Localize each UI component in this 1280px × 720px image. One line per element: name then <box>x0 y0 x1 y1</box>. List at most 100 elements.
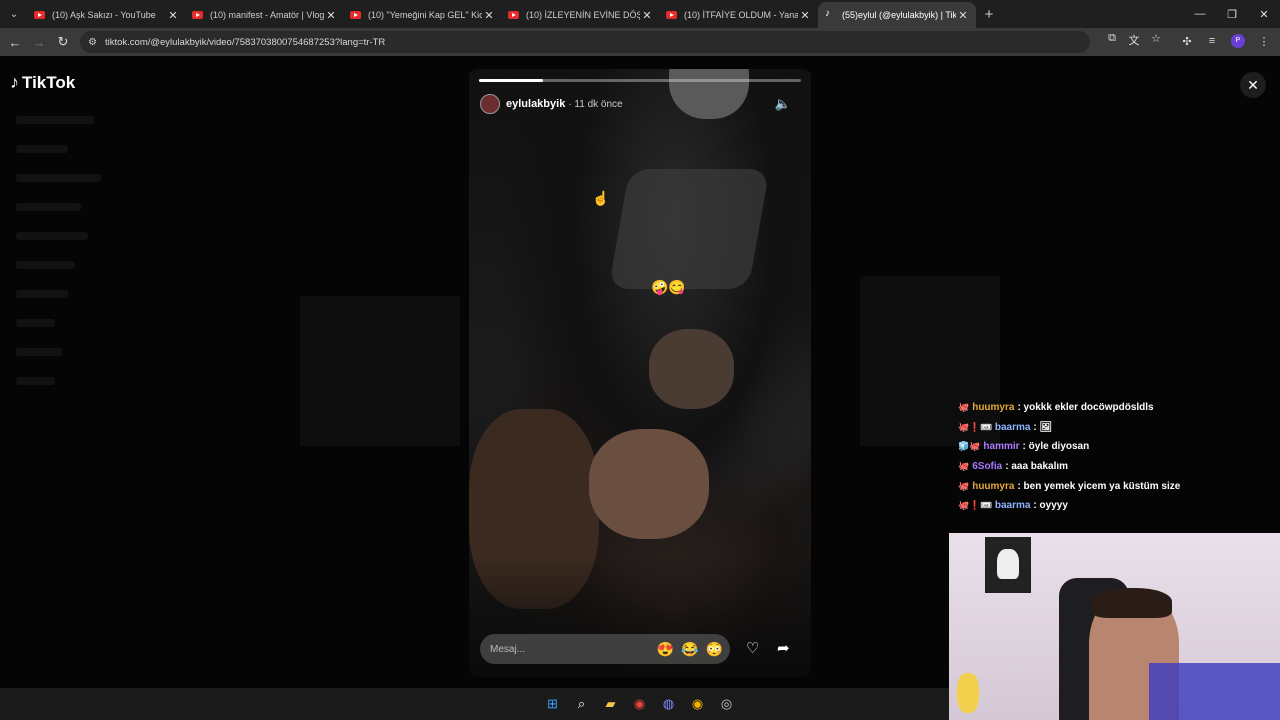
restore-icon[interactable]: ❐ <box>1216 0 1248 28</box>
quick-emoji-laughing[interactable]: 😂 <box>681 641 698 658</box>
file-explorer-icon[interactable]: ▰ <box>601 695 620 713</box>
tab-title: (55)eylul (@eylulakbyik) | TikTok <box>842 10 956 20</box>
tab-title: (10) İZLEYENİN EVİNE DÖŞEYEN <box>526 10 640 20</box>
extensions-icon[interactable]: ✣ <box>1181 35 1193 48</box>
browser-toolbar: ← → ↻ ⚙ tiktok.com/@eylulakbyik/video/75… <box>0 28 1280 56</box>
chat-username: huumyra <box>972 402 1015 414</box>
floating-emoji-reactions: 🤪😋 <box>651 279 686 295</box>
site-info-icon[interactable]: ⚙ <box>88 37 97 48</box>
browser-tab[interactable]: (10) manifest - Amatör | Vlog - ✕ <box>186 2 344 28</box>
browser-tab[interactable]: (10) "Yemeğini Kap GEL" Kick & ✕ <box>344 2 502 28</box>
story-video-player[interactable]: eylulakbyik · 11 dk önce 🔈 🤪😋 Mesaj... 😍… <box>469 69 811 677</box>
tiktok-icon <box>824 8 835 19</box>
reload-icon[interactable]: ↻ <box>51 34 75 50</box>
tab-close-icon[interactable]: ✕ <box>640 9 654 22</box>
chat-badges-icon: 🧊🐙 <box>958 441 981 452</box>
tab-close-icon[interactable]: ✕ <box>798 9 812 22</box>
chrome-icon[interactable]: ◉ <box>630 695 649 713</box>
chat-badges-icon: 🐙 <box>958 402 970 413</box>
quick-emoji-heart-eyes[interactable]: 😍 <box>657 641 674 658</box>
windows-taskbar: ⊞ ⌕ ▰ ◉ ◍ ◉ ◎ <box>0 688 949 720</box>
youtube-icon <box>192 11 203 19</box>
browser-tab-active[interactable]: (55)eylul (@eylulakbyik) | TikTok ✕ <box>818 2 976 28</box>
omnibox-actions: ⧉ 文 ☆ <box>1106 32 1162 48</box>
media-controls-icon[interactable]: ≡ <box>1206 35 1218 47</box>
chat-message: 🐙 huumyra: yokkk ekler docöwpdösldls <box>958 398 1268 418</box>
forward-icon[interactable]: → <box>27 35 51 50</box>
chat-badges-icon: 🐙❗🎟 <box>958 421 992 432</box>
translate-icon[interactable]: 文 <box>1128 32 1140 48</box>
tiktok-logo[interactable]: ♪ TikTok <box>10 72 75 93</box>
address-bar[interactable]: ⚙ tiktok.com/@eylulakbyik/video/75837038… <box>80 31 1090 53</box>
tab-close-icon[interactable]: ✕ <box>956 9 970 22</box>
story-progress-fill <box>479 79 544 82</box>
minimize-icon[interactable]: — <box>1184 0 1216 28</box>
chat-username: huumyra <box>972 480 1015 492</box>
youtube-icon <box>508 11 519 19</box>
chat-message: 🐙❗🎟 baarma: oyyyy <box>958 496 1268 516</box>
toolbar-actions: ✣ ≡ P ⋮ <box>1181 34 1270 48</box>
heart-icon[interactable]: ♡ <box>746 639 759 657</box>
streamer-webcam <box>949 533 1280 720</box>
back-icon[interactable]: ← <box>3 35 27 50</box>
more-menu-icon[interactable]: ⋮ <box>1258 35 1270 48</box>
discord-icon[interactable]: ◍ <box>659 695 678 713</box>
youtube-icon <box>34 11 45 19</box>
close-icon[interactable]: ✕ <box>1240 72 1266 98</box>
story-progress-bar <box>479 79 801 82</box>
search-icon[interactable]: ⌕ <box>572 695 591 713</box>
stream-chat-overlay: 🐙 huumyra: yokkk ekler docöwpdösldls 🐙❗🎟 ba… <box>958 398 1268 516</box>
chat-username: hammir <box>983 441 1020 453</box>
share-icon[interactable]: ➦ <box>777 639 790 657</box>
tab-title: (10) İTFAİYE OLDUM - Yanan va <box>684 10 798 20</box>
youtube-icon <box>666 11 677 19</box>
browser-tab[interactable]: (10) Aşk Sakızı - YouTube ✕ <box>28 2 186 28</box>
chat-message: 🐙 huumyra: ben yemek yicem ya küstüm size <box>958 476 1268 496</box>
chat-username: baarma <box>994 500 1031 512</box>
quick-emoji-flushed[interactable]: 😳 <box>706 641 723 658</box>
story-header: eylulakbyik · 11 dk önce <box>480 94 623 114</box>
tab-close-icon[interactable]: ✕ <box>324 9 338 22</box>
browser-tab[interactable]: (10) İZLEYENİN EVİNE DÖŞEYEN ✕ <box>502 2 660 28</box>
tab-close-icon[interactable]: ✕ <box>166 9 180 22</box>
dimmed-thumbnail <box>300 296 460 446</box>
install-app-icon[interactable]: ⧉ <box>1106 32 1118 48</box>
close-window-icon[interactable]: ✕ <box>1248 0 1280 28</box>
chat-text: : ben yemek yicem ya küstüm size <box>1017 480 1181 492</box>
chat-username: baarma <box>994 421 1031 433</box>
new-tab-button[interactable]: + <box>976 6 1002 23</box>
tab-title: (10) Aşk Sakızı - YouTube <box>52 10 156 20</box>
chat-message: 🧊🐙 hammir: öyle diyosan <box>958 437 1268 457</box>
tab-title: (10) "Yemeğini Kap GEL" Kick & <box>368 10 482 20</box>
chat-badges-icon: 🐙 <box>958 480 970 491</box>
tiktok-logo-text: TikTok <box>22 72 76 92</box>
message-input[interactable]: Mesaj... 😍 😂 😳 <box>480 634 730 664</box>
window-controls: — ❐ ✕ <box>1184 0 1280 28</box>
message-placeholder: Mesaj... <box>490 643 526 655</box>
windows-start-icon[interactable]: ⊞ <box>543 695 562 713</box>
user-avatar[interactable] <box>480 94 500 114</box>
obs-icon[interactable]: ◎ <box>717 695 736 713</box>
tab-title: (10) manifest - Amatör | Vlog - <box>210 10 324 20</box>
tab-close-icon[interactable]: ✕ <box>482 9 496 22</box>
profile-avatar[interactable]: P <box>1231 34 1245 48</box>
tab-search-chevron-icon[interactable]: ⌄ <box>0 0 28 28</box>
volume-icon[interactable]: 🔈 <box>775 96 791 112</box>
bookmark-star-icon[interactable]: ☆ <box>1150 32 1162 48</box>
username[interactable]: eylulakbyik <box>506 98 565 110</box>
mouse-cursor-icon: ☝ <box>592 190 610 206</box>
youtube-icon <box>350 11 361 19</box>
dimmed-sidebar <box>16 116 146 406</box>
post-time: · 11 dk önce <box>568 98 623 110</box>
chat-text: : oyyyy <box>1033 500 1068 512</box>
url-text: tiktok.com/@eylulakbyik/video/7583703800… <box>104 36 386 48</box>
chat-badges-icon: 🐙 <box>958 461 970 472</box>
browser-tab-bar: ⌄ (10) Aşk Sakızı - YouTube ✕ (10) manif… <box>0 0 1280 28</box>
chat-text: : yokkk ekler docöwpdösldls <box>1017 402 1154 414</box>
chat-text: : öyle diyosan <box>1022 441 1090 453</box>
chat-username: 6Sofia <box>972 461 1003 473</box>
browser-tab[interactable]: (10) İTFAİYE OLDUM - Yanan va ✕ <box>660 2 818 28</box>
chat-text: : 🖼 <box>1033 421 1053 433</box>
tiktok-note-icon: ♪ <box>10 72 19 92</box>
chrome-icon[interactable]: ◉ <box>688 695 707 713</box>
